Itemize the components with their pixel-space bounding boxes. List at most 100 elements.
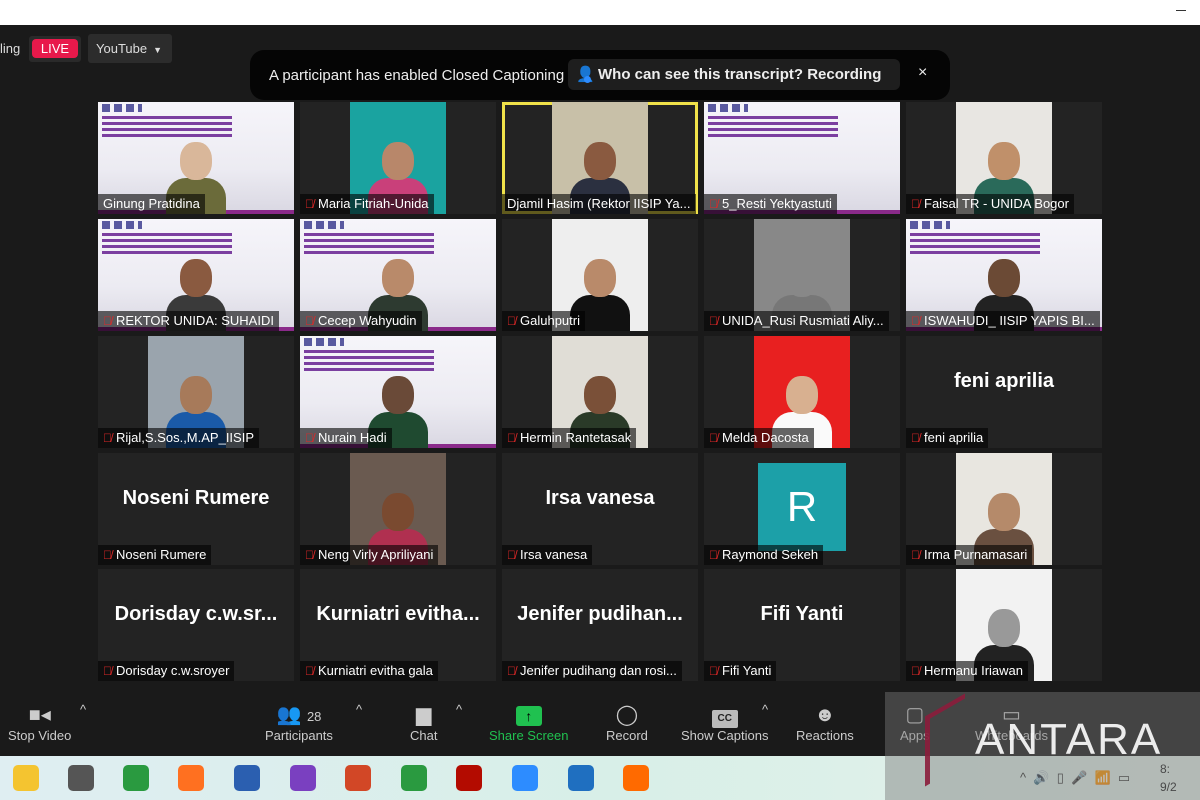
participant-name-label: 🎙̸ Galuhputri (502, 311, 585, 331)
chrome-icon[interactable] (123, 765, 149, 791)
participant-tile[interactable]: Ginung Pratidina (98, 102, 294, 214)
zoom-icon[interactable] (512, 765, 538, 791)
participant-name-label: 🎙̸ Raymond Sekeh (704, 545, 824, 565)
photos-icon[interactable] (568, 765, 594, 791)
participant-name-label: 🎙̸ Cecep Wahyudin (300, 311, 422, 331)
participant-tile[interactable]: 🎙̸ Melda Dacosta (704, 336, 900, 448)
participant-name-label: 🎙̸ ISWAHUDI_ IISIP YAPIS BI... (906, 311, 1100, 331)
participant-display-name: Jenifer pudihan... (517, 603, 683, 625)
record-button[interactable]: ◯ Record (606, 702, 648, 743)
powerpoint-icon[interactable] (345, 765, 371, 791)
mic-muted-icon: 🎙̸ (507, 431, 516, 445)
participant-tile[interactable]: 🎙̸ UNIDA_Rusi Rusmiati Aliy... (704, 219, 900, 331)
app-icon[interactable] (623, 765, 649, 791)
minimize-button[interactable] (1176, 10, 1186, 11)
stop-video-button[interactable]: ■◂ Stop Video (8, 702, 71, 743)
participant-tile[interactable]: 🎙̸ Rijal,S.Sos.,M.AP_IISIP (98, 336, 294, 448)
participant-tile[interactable]: 🎙̸ 5_Resti Yektyastuti (704, 102, 900, 214)
participant-tile[interactable]: 🎙̸ Nurain Hadi (300, 336, 496, 448)
participant-name-label: 🎙̸ feni aprilia (906, 428, 989, 448)
participant-name: Hermanu Iriawan (924, 663, 1023, 678)
firefox-icon[interactable] (178, 765, 204, 791)
title-bar (0, 0, 1200, 25)
participant-name-label: 🎙̸ Nurain Hadi (300, 428, 392, 448)
participant-name: UNIDA_Rusi Rusmiati Aliy... (722, 313, 884, 328)
participants-button[interactable]: 👥 28 Participants (265, 702, 333, 743)
share-screen-button[interactable]: ↑ Share Screen (489, 702, 569, 743)
participant-tile[interactable]: 🎙̸ Hermanu Iriawan (906, 569, 1102, 681)
notification-message: A participant has enabled Closed Caption… (269, 67, 565, 84)
participant-name-label: Djamil Hasim (Rektor IISIP Ya... (502, 194, 696, 214)
mic-muted-icon: 🎙̸ (911, 548, 920, 562)
participant-name: Melda Dacosta (722, 430, 809, 445)
participant-name-label: 🎙̸ Melda Dacosta (704, 428, 814, 448)
participant-name-label: 🎙̸ Maria Fitriah-Unida (300, 194, 434, 214)
vpn-icon[interactable] (290, 765, 316, 791)
smiley-plus-icon: ☻ (814, 704, 836, 726)
participant-tile[interactable]: 🎙̸ Galuhputri (502, 219, 698, 331)
share-arrow-icon: ↑ (489, 702, 569, 728)
caret-down-icon: ▼ (153, 45, 163, 55)
mic-muted-icon: 🎙̸ (709, 664, 718, 678)
participant-name: Faisal TR - UNIDA Bogor (924, 196, 1069, 211)
reactions-button[interactable]: ☻ Reactions (796, 702, 854, 743)
chat-options-caret[interactable]: ^ (456, 702, 462, 717)
participant-tile[interactable]: 🎙̸ Faisal TR - UNIDA Bogor (906, 102, 1102, 214)
chat-button[interactable]: ▆ Chat (410, 702, 437, 743)
participant-name: Galuhputri (520, 313, 580, 328)
participant-name: Ginung Pratidina (103, 196, 200, 211)
antara-watermark: ANTARA (975, 715, 1163, 764)
participant-tile[interactable]: Kurniatri evitha... 🎙̸ Kurniatri evitha ga… (300, 569, 496, 681)
participant-name-label: 🎙̸ 5_Resti Yektyastuti (704, 194, 837, 214)
mic-muted-icon: 🎙̸ (911, 314, 920, 328)
participant-name: Nurain Hadi (318, 430, 387, 445)
participant-tile[interactable]: 🎙̸ Maria Fitriah-Unida (300, 102, 496, 214)
transcript-info-button[interactable]: 👤 Who can see this transcript? Recording … (568, 59, 900, 114)
participant-tile[interactable]: feni aprilia 🎙̸ feni aprilia (906, 336, 1102, 448)
mic-muted-icon: 🎙̸ (305, 314, 314, 328)
participant-tile[interactable]: Djamil Hasim (Rektor IISIP Ya... (502, 102, 698, 214)
participant-avatar: R (758, 463, 846, 551)
participant-tile[interactable]: 🎙̸ Hermin Rantetasak (502, 336, 698, 448)
close-icon[interactable]: × (918, 64, 927, 82)
participant-tile[interactable]: Irsa vanesa 🎙̸ Irsa vanesa (502, 453, 698, 565)
participant-display-name: Noseni Rumere (122, 487, 270, 509)
stream-platform-dropdown[interactable]: YouTube ▼ (88, 34, 172, 63)
participant-name: Raymond Sekeh (722, 547, 819, 562)
participant-tile[interactable]: 🎙̸ ISWAHUDI_ IISIP YAPIS BI... (906, 219, 1102, 331)
mic-muted-icon: 🎙̸ (507, 314, 516, 328)
participant-tile[interactable]: Fifi Yanti 🎙̸ Fifi Yanti (704, 569, 900, 681)
participant-tile[interactable]: Jenifer pudihan... 🎙̸ Jenifer pudihang dan… (502, 569, 698, 681)
participant-tile[interactable]: 🎙̸ REKTOR UNIDA: SUHAIDI (98, 219, 294, 331)
participant-display-name: Kurniatri evitha... (316, 603, 480, 625)
participant-name-label: 🎙̸ Neng Virly Apriliyani (300, 545, 439, 565)
camera-icon[interactable] (68, 765, 94, 791)
participant-tile[interactable]: 🎙̸ Irma Purnamasari (906, 453, 1102, 565)
participants-label: Participants (265, 728, 333, 743)
participant-tile[interactable]: 🎙̸ Neng Virly Apriliyani (300, 453, 496, 565)
participant-tile[interactable]: 🎙̸ Cecep Wahyudin (300, 219, 496, 331)
mic-muted-icon: 🎙̸ (305, 664, 314, 678)
participant-name-label: 🎙̸ Jenifer pudihang dan rosi... (502, 661, 682, 681)
participants-options-caret[interactable]: ^ (356, 702, 362, 717)
chrome-profile-icon[interactable] (401, 765, 427, 791)
file-explorer-icon[interactable] (13, 765, 39, 791)
mic-muted-icon: 🎙̸ (709, 314, 718, 328)
mic-muted-icon: 🎙̸ (305, 197, 314, 211)
participant-tile[interactable]: Dorisday c.w.sr... 🎙̸ Dorisday c.w.sroyer (98, 569, 294, 681)
participant-name: REKTOR UNIDA: SUHAIDI (116, 313, 274, 328)
captions-options-caret[interactable]: ^ (762, 702, 768, 717)
participants-icon: 👥 28 (276, 704, 322, 726)
participant-name: Irma Purnamasari (924, 547, 1028, 562)
participant-tile[interactable]: Noseni Rumere 🎙̸ Noseni Rumere (98, 453, 294, 565)
word-icon[interactable] (234, 765, 260, 791)
video-options-caret[interactable]: ^ (80, 702, 86, 717)
show-captions-button[interactable]: CC Show Captions (681, 702, 768, 743)
participant-name-label: 🎙̸ Noseni Rumere (98, 545, 212, 565)
acrobat-icon[interactable] (456, 765, 482, 791)
participant-name: ISWAHUDI_ IISIP YAPIS BI... (924, 313, 1095, 328)
participant-name-label: 🎙̸ Irsa vanesa (502, 545, 593, 565)
participant-name-label: Ginung Pratidina (98, 194, 205, 214)
participant-tile[interactable]: R 🎙̸ Raymond Sekeh (704, 453, 900, 565)
reactions-label: Reactions (796, 728, 854, 743)
